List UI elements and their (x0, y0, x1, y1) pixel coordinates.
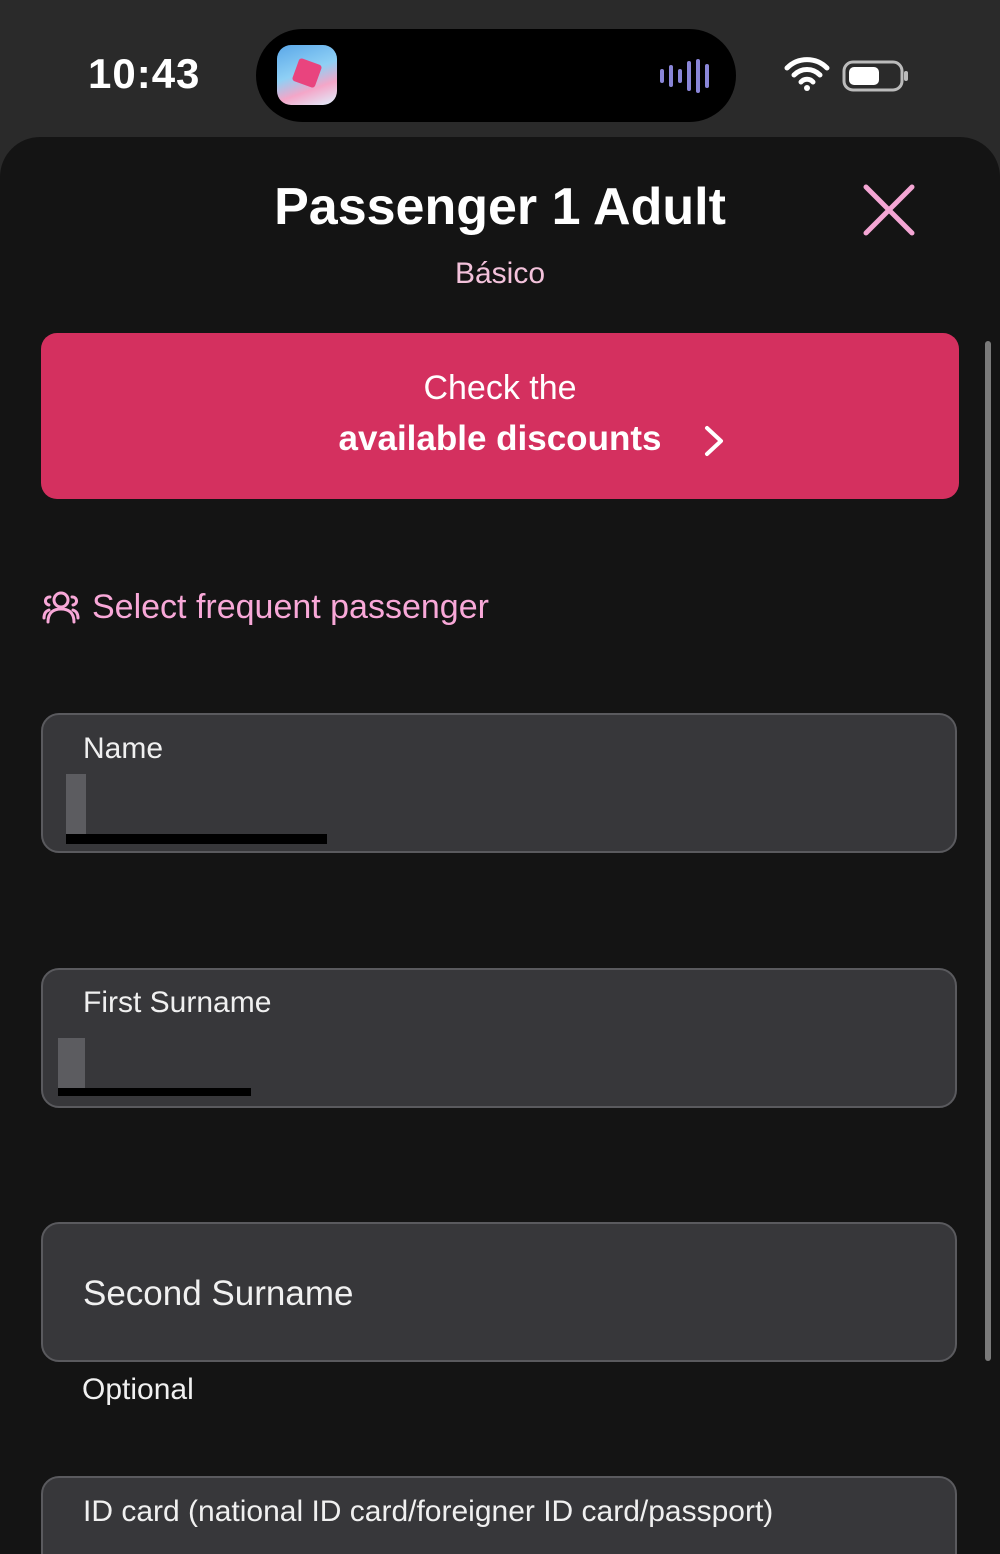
status-time: 10:43 (88, 50, 201, 97)
app-thumbnail-icon[interactable] (277, 45, 337, 105)
chevron-right-icon (705, 426, 723, 456)
second-surname-helper: Optional (82, 1373, 194, 1406)
passenger-sheet: Passenger 1 Adult Básico Check the avail… (0, 137, 1000, 1554)
id-card-label: ID card (national ID card/foreigner ID c… (83, 1495, 774, 1528)
fare-subtitle: Básico (454, 257, 546, 290)
name-underline (66, 834, 327, 844)
scrollbar[interactable] (985, 341, 991, 1361)
discount-line2: available discounts (338, 419, 662, 458)
available-discounts-button[interactable]: Check the available discounts (41, 333, 959, 499)
second-surname-label: Second Surname (83, 1274, 354, 1313)
frequent-passenger-label: Select frequent passenger (92, 587, 489, 626)
close-icon[interactable] (860, 181, 918, 239)
dynamic-island[interactable] (256, 29, 736, 122)
discount-line1: Check the (423, 369, 577, 407)
id-card-field[interactable]: ID card (national ID card/foreigner ID c… (41, 1476, 957, 1554)
name-field[interactable]: Name (41, 713, 957, 853)
page-title: Passenger 1 Adult (274, 178, 726, 236)
first-surname-underline (58, 1088, 251, 1096)
first-surname-redacted-value (58, 1038, 85, 1088)
battery-icon (842, 60, 908, 92)
name-redacted-value (66, 774, 86, 834)
first-surname-field[interactable]: First Surname (41, 968, 957, 1108)
select-frequent-passenger-link[interactable]: Select frequent passenger (42, 585, 489, 629)
people-icon (42, 591, 80, 624)
wifi-icon (784, 57, 830, 91)
status-bar: 10:43 (0, 0, 1000, 140)
name-label: Name (83, 732, 164, 765)
second-surname-field[interactable]: Second Surname (41, 1222, 957, 1362)
first-surname-label: First Surname (83, 986, 272, 1019)
waveform-icon (660, 59, 709, 93)
